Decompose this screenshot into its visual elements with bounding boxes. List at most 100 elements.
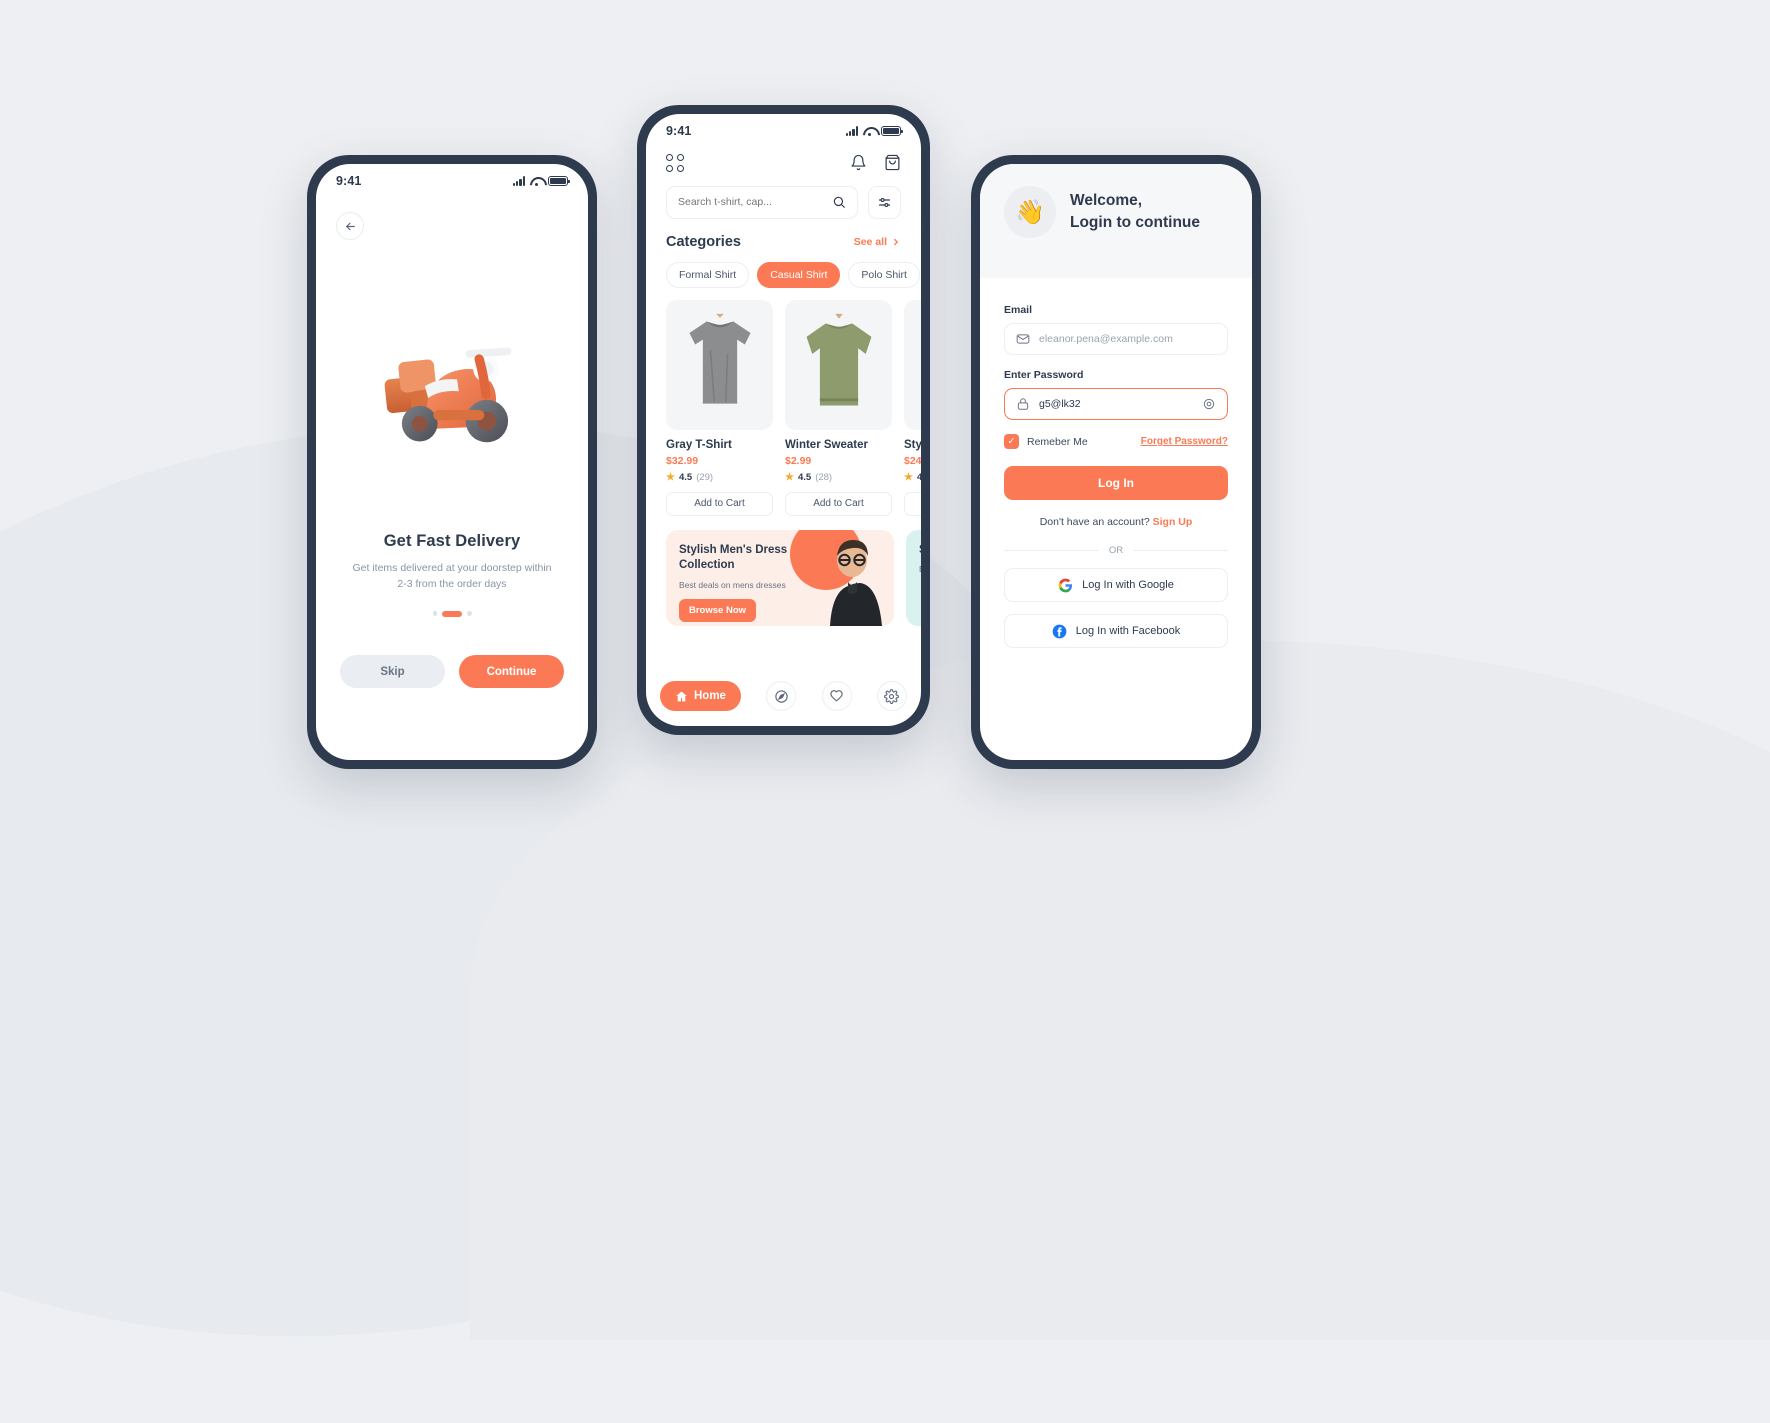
product-rating: ★ 4.	[904, 472, 921, 483]
see-all-link[interactable]: See all	[854, 236, 901, 248]
battery-icon	[548, 176, 571, 186]
tab-explore[interactable]	[766, 681, 797, 711]
chip-formal-shirt[interactable]: Formal Shirt	[666, 261, 750, 288]
google-icon	[1058, 578, 1073, 592]
tab-wishlist[interactable]	[821, 681, 852, 711]
browse-now-button[interactable]: Browse Now	[679, 598, 757, 622]
onboarding-actions: Skip Continue	[340, 655, 564, 688]
search-input[interactable]	[678, 196, 832, 208]
green-sweater-art	[806, 313, 871, 406]
remember-row: ✓ Remeber Me Forget Password?	[1004, 434, 1228, 449]
arrow-left-icon	[345, 222, 355, 230]
phone-shop: 9:41 Search t-shirt, cap... Categories S…	[637, 105, 930, 735]
continue-button[interactable]: Continue	[459, 655, 564, 688]
search-box[interactable]	[666, 185, 858, 219]
pagination-dot-2-active[interactable]	[442, 610, 462, 617]
shopping-bag-icon[interactable]	[884, 154, 901, 171]
status-time: 9:41	[336, 174, 362, 188]
rating-value: 4.5	[678, 471, 693, 483]
chip-casual-shirt[interactable]: Casual Shirt	[757, 261, 841, 288]
login-header: 👋 Welcome, Login to continue	[980, 164, 1252, 278]
tab-home-label: Home	[694, 690, 726, 702]
wifi-icon	[530, 176, 543, 187]
remember-me-checkbox[interactable]: ✓ Remeber Me	[1004, 434, 1088, 449]
compass-icon	[775, 689, 788, 703]
add-to-cart-button[interactable]: Ad	[904, 491, 921, 516]
pagination-dot-3[interactable]	[467, 611, 472, 616]
product-image	[666, 299, 773, 430]
google-login-button[interactable]: Log In with Google	[1004, 568, 1228, 602]
review-count: (28)	[815, 471, 833, 483]
facebook-login-button[interactable]: Log In with Facebook	[1004, 614, 1228, 648]
skip-button[interactable]: Skip	[340, 655, 445, 688]
product-rating: ★ 4.5 (28)	[785, 472, 892, 483]
filter-button[interactable]	[868, 185, 901, 219]
banner-model-photo	[830, 539, 882, 626]
status-bar: 9:41	[646, 114, 921, 148]
product-list: Gray T-Shirt $32.99 ★ 4.5 (29) Add to Ca…	[646, 288, 921, 516]
review-count: (29)	[696, 471, 714, 483]
gear-icon	[884, 688, 900, 704]
add-to-cart-button[interactable]: Add to Cart	[785, 491, 892, 516]
banner-title: Stylish Men's Dress Collection	[679, 543, 788, 572]
onboarding-subtitle: Get items delivered at your doorstep wit…	[352, 562, 552, 591]
banner-title: S D	[919, 543, 921, 559]
bell-icon[interactable]	[850, 154, 867, 171]
wave-emoji: 👋	[1015, 198, 1045, 226]
home-icon	[676, 691, 687, 701]
signup-prompt: Don't have an account?	[1039, 516, 1150, 528]
back-button[interactable]	[336, 212, 364, 240]
search-icon[interactable]	[832, 195, 846, 209]
facebook-icon	[1052, 624, 1067, 638]
rating-value: 4.	[916, 471, 921, 483]
product-price: $2.99	[785, 454, 812, 467]
envelope-icon	[1016, 332, 1030, 346]
onboarding-title: Get Fast Delivery	[383, 532, 521, 550]
gray-tshirt-art	[688, 313, 751, 404]
welcome-line-1: Welcome,	[1070, 192, 1143, 209]
divider-line-right	[1133, 550, 1228, 551]
pagination-dots[interactable]	[316, 610, 588, 617]
email-field[interactable]	[1004, 323, 1228, 355]
tab-home[interactable]: Home	[660, 681, 741, 711]
chip-polo-shirt[interactable]: Polo Shirt	[848, 261, 920, 288]
star-icon: ★	[785, 471, 794, 483]
product-name: Stylish	[904, 438, 921, 451]
eye-toggle-icon[interactable]	[1202, 397, 1216, 411]
remember-me-label: Remeber Me	[1027, 435, 1088, 448]
or-label: OR	[1108, 545, 1124, 556]
lock-icon	[1016, 397, 1030, 411]
or-divider: OR	[1004, 545, 1228, 556]
facebook-login-label: Log In with Facebook	[1075, 625, 1181, 637]
forgot-password-link[interactable]: Forget Password?	[1141, 436, 1228, 447]
promo-banner[interactable]: Stylish Men's Dress Collection Best deal…	[666, 529, 894, 626]
product-name: Winter Sweater	[785, 438, 868, 451]
product-image	[785, 299, 892, 430]
password-label: Enter Password	[1004, 369, 1084, 381]
welcome-heading: Welcome, Login to continue	[1070, 190, 1200, 234]
banner-subtitle: Be	[919, 564, 921, 574]
add-to-cart-button[interactable]: Add to Cart	[666, 491, 773, 516]
promo-banner-list: Stylish Men's Dress Collection Best deal…	[646, 516, 921, 626]
login-button[interactable]: Log In	[1004, 466, 1228, 500]
promo-banner[interactable]: S D Be	[906, 529, 921, 626]
tab-settings[interactable]	[876, 681, 907, 711]
pagination-dot-1[interactable]	[432, 611, 437, 616]
product-card[interactable]: Gray T-Shirt $32.99 ★ 4.5 (29) Add to Ca…	[666, 299, 773, 516]
screens-stage: 9:41 Get Fast Delivery Get items deliver…	[0, 0, 1770, 960]
product-card[interactable]: Stylish $24.9 ★ 4. Ad	[904, 299, 921, 516]
signup-link[interactable]: Sign Up	[1153, 516, 1193, 528]
wave-avatar: 👋	[1004, 186, 1056, 238]
product-image	[904, 299, 921, 430]
grid-menu-icon[interactable]	[666, 154, 684, 172]
header-actions	[850, 154, 901, 171]
scooter-graphic	[384, 347, 512, 443]
cellular-signal-icon	[845, 126, 858, 136]
form-spacer	[1004, 355, 1228, 369]
checkbox-checked-icon: ✓	[1004, 434, 1019, 449]
product-card[interactable]: Winter Sweater $2.99 ★ 4.5 (28) Add to C…	[785, 299, 892, 516]
password-input[interactable]	[1039, 398, 1193, 410]
password-field[interactable]	[1004, 388, 1228, 420]
rating-value: 4.5	[797, 471, 812, 483]
email-input[interactable]	[1039, 333, 1216, 345]
